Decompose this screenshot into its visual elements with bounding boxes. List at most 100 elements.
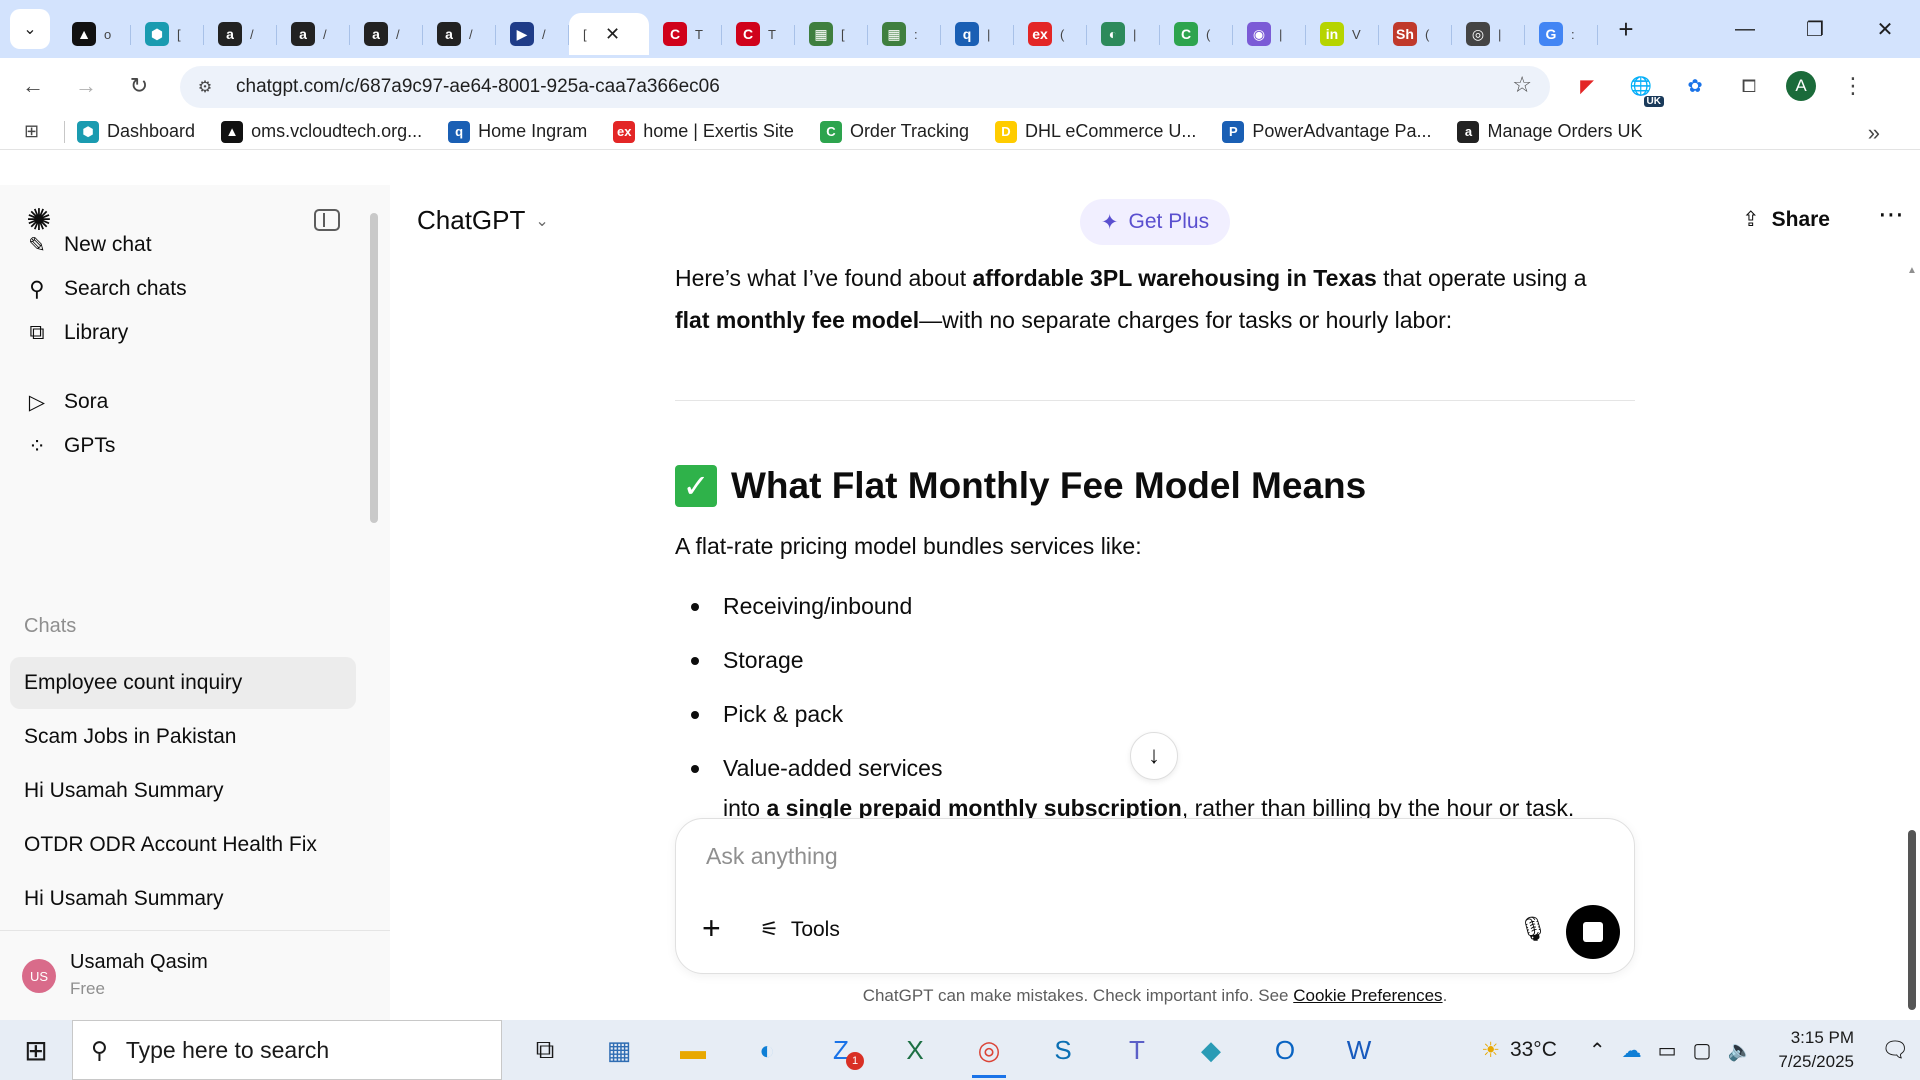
windows-start-icon[interactable]: ⊞: [0, 1020, 72, 1080]
taskbar-app-file-explorer[interactable]: ▬: [656, 1020, 730, 1080]
notifications-icon[interactable]: 🗨: [1870, 1037, 1920, 1063]
close-window-button[interactable]: ✕: [1850, 0, 1920, 58]
browser-tab[interactable]: ◉ |: [1233, 13, 1306, 55]
taskbar-app-outlook[interactable]: O: [1248, 1020, 1322, 1080]
browser-tab[interactable]: ▲ o: [58, 13, 131, 55]
user-menu[interactable]: US Usamah Qasim Free: [0, 930, 390, 1020]
sidebar-item-sora[interactable]: ▷ Sora: [10, 380, 360, 424]
chat-history-item[interactable]: Hi Usamah Summary: [10, 765, 356, 817]
onedrive-cloud-icon[interactable]: ☁: [1622, 1038, 1642, 1063]
network-icon[interactable]: ▢: [1693, 1038, 1712, 1063]
reload-button[interactable]: ↻: [119, 66, 159, 106]
sidebar-item-search-chats[interactable]: ⚲ Search chats: [10, 267, 360, 311]
bookmark-star-icon[interactable]: ☆: [1512, 72, 1532, 98]
bookmark-item[interactable]: ex home | Exertis Site: [613, 120, 794, 143]
back-button[interactable]: ←: [13, 66, 53, 106]
bookmark-item[interactable]: a Manage Orders UK: [1457, 120, 1643, 143]
taskbar-app-task-view[interactable]: ⧉: [508, 1020, 582, 1080]
browser-tab[interactable]: a /: [277, 13, 350, 55]
bookmark-item[interactable]: q Home Ingram: [448, 120, 587, 143]
taskbar-app-chrome[interactable]: ◎: [952, 1020, 1026, 1080]
taskbar-app-calculator[interactable]: ▦: [582, 1020, 656, 1080]
sidebar-item-new-chat[interactable]: ✎ New chat: [10, 223, 360, 267]
add-attachment-icon[interactable]: +: [702, 912, 721, 944]
tools-button[interactable]: ⚟ Tools: [760, 917, 840, 942]
sidebar-item-library[interactable]: ⧉ Library: [10, 311, 360, 355]
model-selector[interactable]: ChatGPT ⌄: [417, 205, 549, 236]
close-tab-icon[interactable]: ✕: [605, 24, 620, 45]
chrome-menu-icon[interactable]: ⋮: [1836, 69, 1870, 103]
url-text[interactable]: chatgpt.com/c/687a9c97-ae64-8001-925a-ca…: [236, 76, 720, 98]
clock[interactable]: 3:15 PM 7/25/2025: [1778, 1026, 1854, 1074]
address-bar[interactable]: ⚙ chatgpt.com/c/687a9c97-ae64-8001-925a-…: [180, 66, 1550, 108]
extension-gear-icon[interactable]: ✿: [1678, 69, 1712, 103]
taskbar-app-edge[interactable]: ◐: [730, 1020, 804, 1080]
browser-tab[interactable]: ◎ |: [1452, 13, 1525, 55]
restore-button[interactable]: ❐: [1780, 0, 1850, 58]
browser-tab[interactable]: ▶ /: [496, 13, 569, 55]
bookmark-item[interactable]: ⬢ Dashboard: [77, 120, 195, 143]
weather-widget[interactable]: ☀ 33°C: [1481, 1038, 1557, 1063]
pdf-extension-icon[interactable]: ◤: [1570, 69, 1604, 103]
battery-icon[interactable]: ▭: [1658, 1038, 1677, 1063]
browser-tab[interactable]: ▦[: [795, 13, 868, 55]
browser-tab[interactable]: CT: [649, 13, 722, 55]
tab-title: |: [1498, 26, 1502, 42]
bookmark-item[interactable]: P PowerAdvantage Pa...: [1222, 120, 1431, 143]
tab-search-chevron-icon[interactable]: ⌄: [10, 9, 50, 49]
browser-tab[interactable]: G:: [1525, 13, 1598, 55]
main-scrollbar[interactable]: ▲: [1904, 265, 1920, 1020]
taskbar-app-zoho[interactable]: Z1: [804, 1020, 878, 1080]
browser-tab[interactable]: in V: [1306, 13, 1379, 55]
profile-avatar[interactable]: A: [1786, 71, 1816, 101]
share-button[interactable]: ⇪ Share: [1742, 207, 1830, 232]
browser-tab[interactable]: CT: [722, 13, 795, 55]
browser-tab[interactable]: ▦:: [868, 13, 941, 55]
sidebar-scrollbar[interactable]: [370, 213, 378, 523]
browser-tab[interactable]: Sh (: [1379, 13, 1452, 55]
active-browser-tab[interactable]: [✕: [569, 13, 649, 55]
browser-tab[interactable]: a /: [350, 13, 423, 55]
chat-history-item[interactable]: OTDR ODR Account Health Fix: [10, 819, 356, 871]
browser-tab[interactable]: ⬢[: [131, 13, 204, 55]
chat-history-item[interactable]: Scam Jobs in Pakistan: [10, 711, 356, 763]
chat-history-item[interactable]: Hi Usamah Summary: [10, 873, 356, 925]
forward-button[interactable]: →: [66, 66, 106, 106]
tray-chevron-up-icon[interactable]: ⌃: [1589, 1038, 1606, 1063]
browser-tab[interactable]: ◐ |: [1087, 13, 1160, 55]
bookmark-item[interactable]: ▲ oms.vcloudtech.org...: [221, 120, 422, 143]
taskbar-app-teams[interactable]: T: [1100, 1020, 1174, 1080]
microphone-icon[interactable]: 🎙: [1518, 915, 1548, 944]
prompt-input[interactable]: Ask anything: [706, 843, 838, 870]
browser-tab[interactable]: ex (: [1014, 13, 1087, 55]
sidebar-item-gpts[interactable]: ⁘ GPTs: [10, 424, 360, 468]
taskbar-app-word[interactable]: W: [1322, 1020, 1396, 1080]
new-tab-button[interactable]: +: [1608, 11, 1644, 47]
browser-tab[interactable]: q |: [941, 13, 1014, 55]
scrollbar-thumb[interactable]: [1908, 830, 1916, 1010]
taskbar-app-sourcetree[interactable]: S: [1026, 1020, 1100, 1080]
bookmark-item[interactable]: C Order Tracking: [819, 120, 969, 143]
apps-grid-icon[interactable]: ⊞: [24, 121, 52, 142]
stop-generating-button[interactable]: [1566, 905, 1620, 959]
more-options-icon[interactable]: ⋯: [1878, 199, 1905, 230]
browser-tab[interactable]: a /: [204, 13, 277, 55]
chat-history-item[interactable]: Employee count inquiry: [10, 657, 356, 709]
browser-tab[interactable]: a /: [423, 13, 496, 55]
bookmark-label: home | Exertis Site: [643, 121, 794, 141]
taskbar-search[interactable]: ⚲ Type here to search: [72, 1020, 502, 1080]
more-bookmarks-icon[interactable]: »: [1868, 120, 1880, 146]
taskbar-app-excel[interactable]: X: [878, 1020, 952, 1080]
bookmark-item[interactable]: D DHL eCommerce U...: [994, 120, 1196, 143]
minimize-button[interactable]: —: [1710, 0, 1780, 58]
extensions-puzzle-icon[interactable]: ⧠: [1732, 69, 1766, 103]
cookie-preferences-link[interactable]: Cookie Preferences: [1293, 986, 1442, 1005]
browser-tab[interactable]: C(: [1160, 13, 1233, 55]
volume-icon[interactable]: 🔈: [1727, 1038, 1752, 1063]
scroll-up-arrow-icon[interactable]: ▲: [1907, 265, 1917, 276]
taskbar-app-app-diamond[interactable]: ◆: [1174, 1020, 1248, 1080]
get-plus-button[interactable]: ✦ Get Plus: [1080, 199, 1230, 245]
scroll-to-bottom-button[interactable]: ↓: [1130, 732, 1178, 780]
site-info-icon[interactable]: ⚙: [190, 72, 220, 102]
vpn-extension-icon[interactable]: 🌐 UK: [1624, 69, 1664, 107]
